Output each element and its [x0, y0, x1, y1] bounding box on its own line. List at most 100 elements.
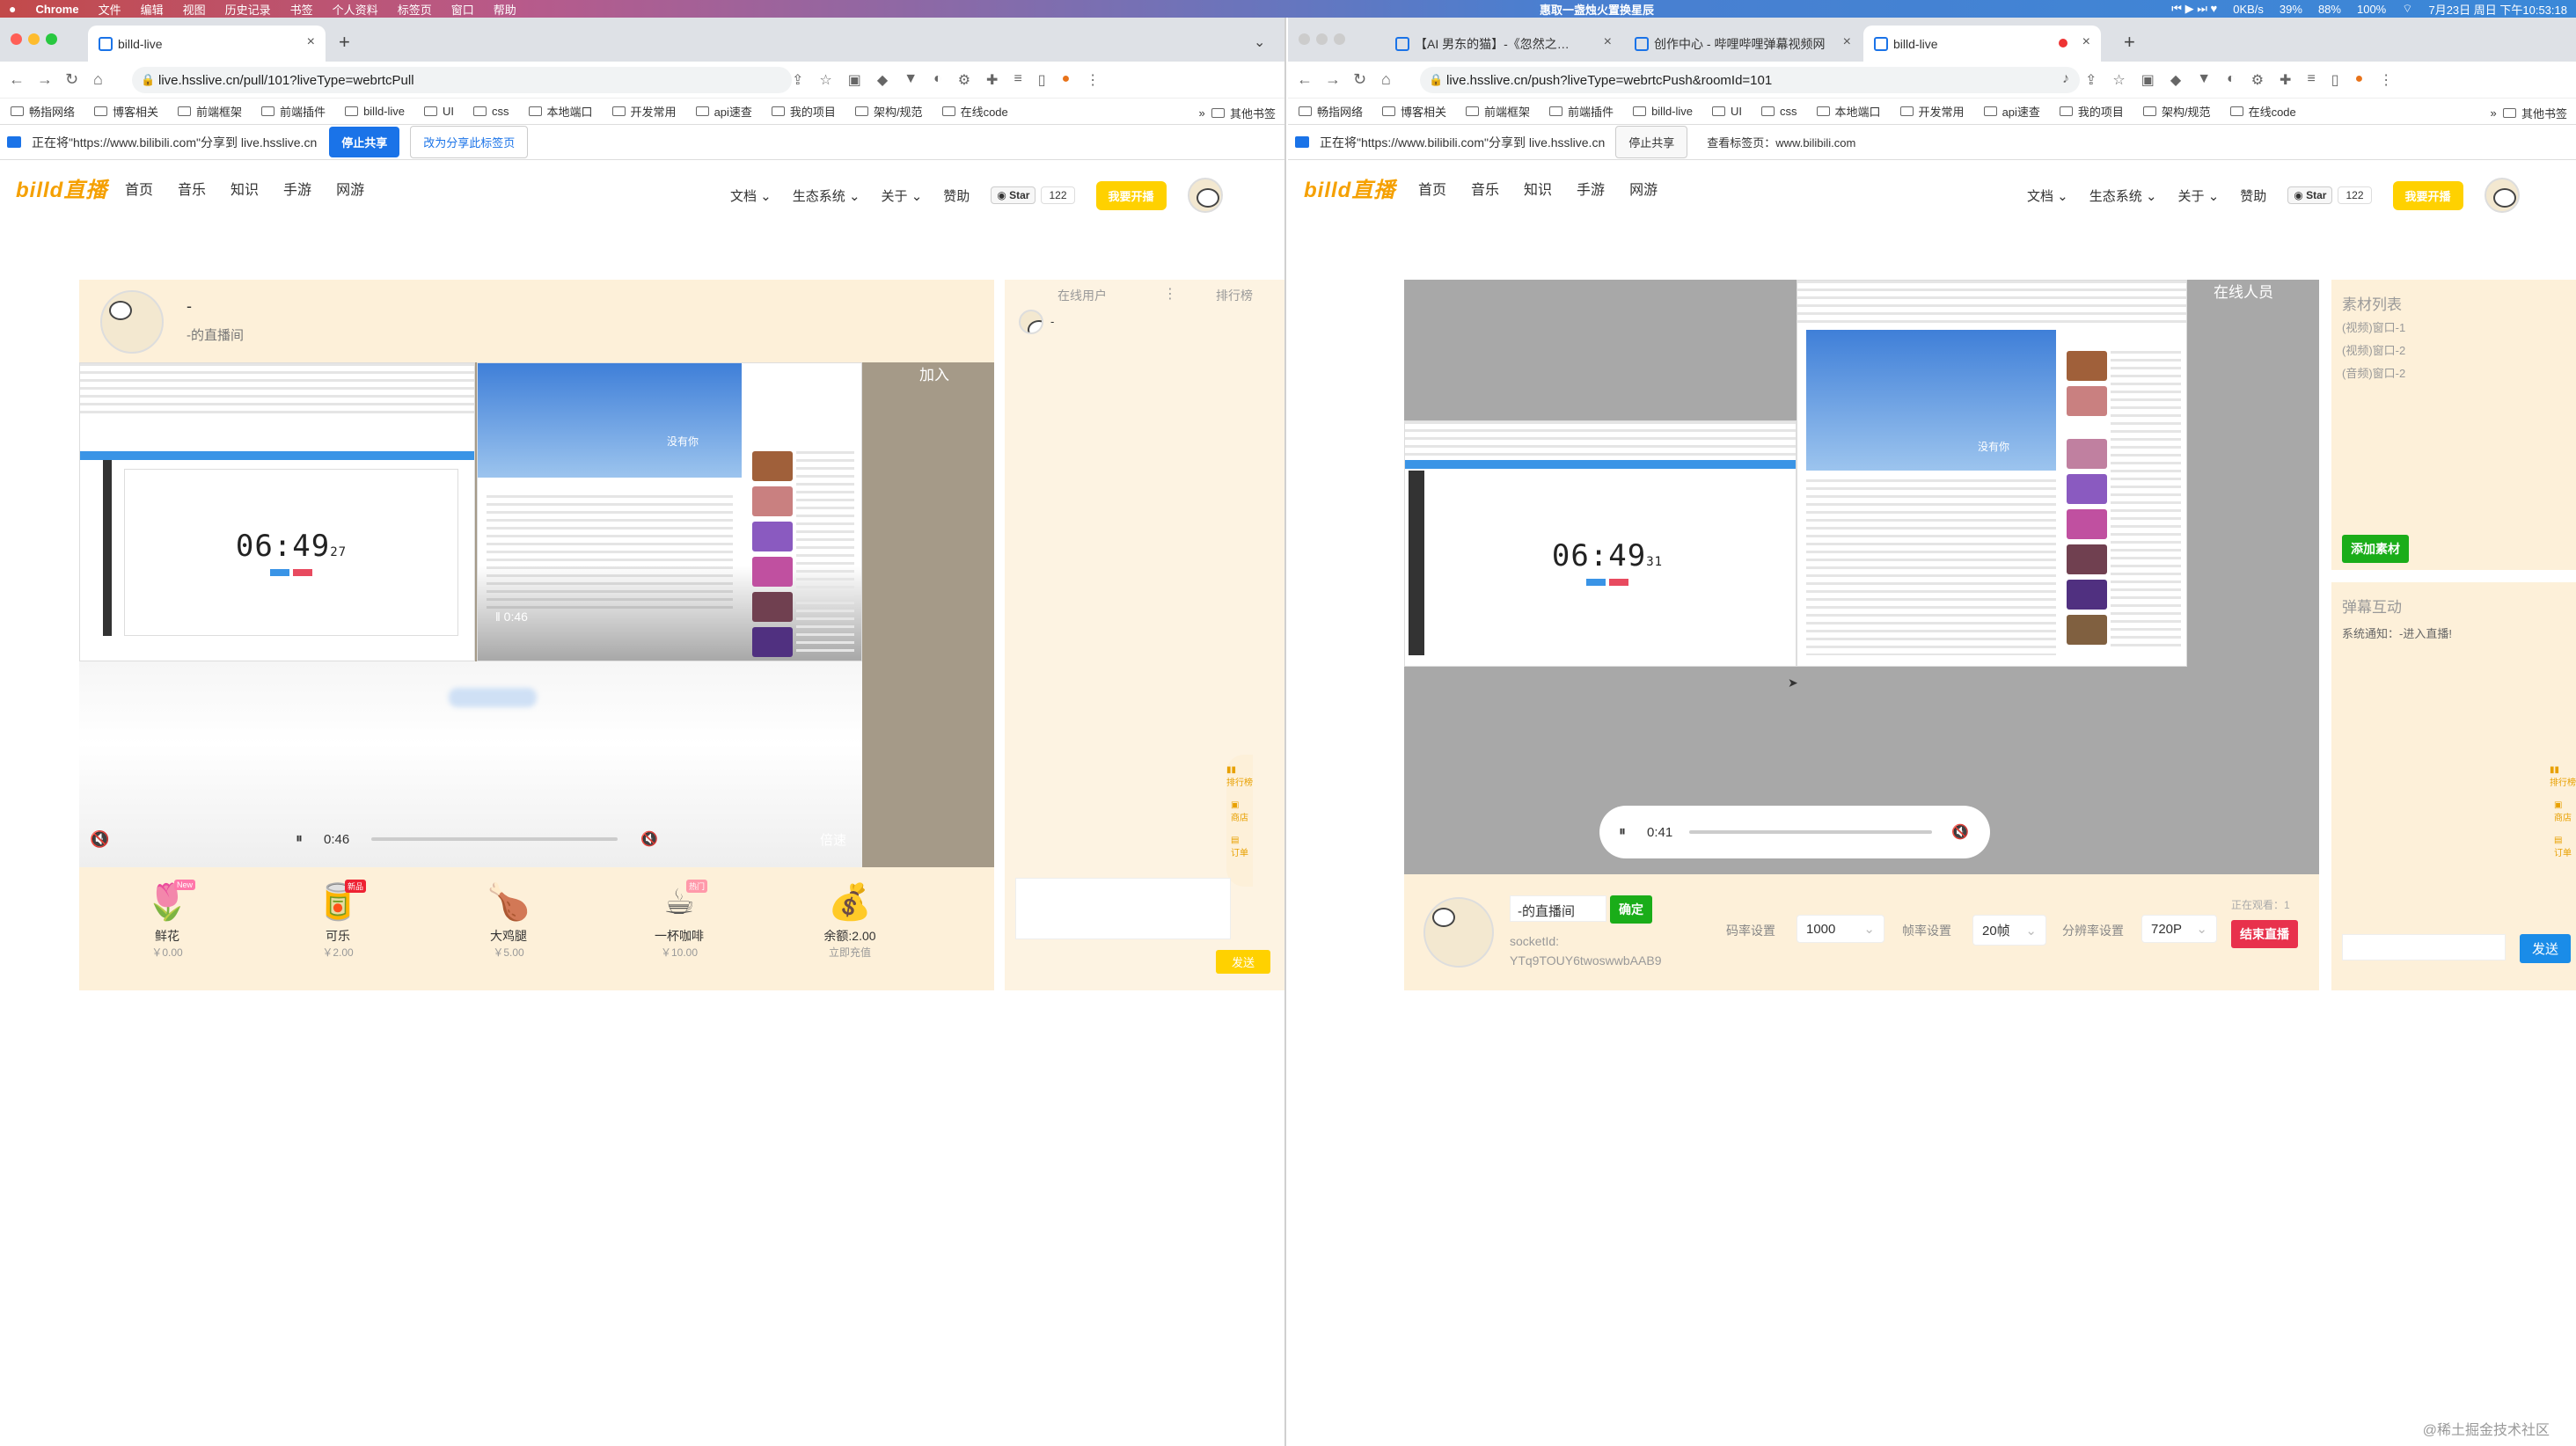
- home-icon[interactable]: ⌂: [93, 70, 103, 89]
- user-avatar[interactable]: [2484, 178, 2520, 213]
- tab-creator-center[interactable]: 创作中心 - 哔哩哔哩弹幕视频网 ×: [1624, 26, 1862, 62]
- address-bar[interactable]: 🔒 live.hsslive.cn/pull/101?liveType=webr…: [132, 67, 792, 93]
- bookmark-star-icon[interactable]: ☆: [2112, 71, 2125, 89]
- bookmark-folder[interactable]: 博客相关: [94, 103, 158, 120]
- stop-share-button[interactable]: 停止共享: [1615, 126, 1688, 158]
- more-menu-icon[interactable]: ⋮: [1086, 71, 1100, 89]
- mute-icon[interactable]: 🔇: [90, 830, 109, 849]
- bookmark-folder[interactable]: 博客相关: [1382, 103, 1446, 120]
- close-window-icon[interactable]: [11, 33, 22, 45]
- nav-mobile-games[interactable]: 手游: [1577, 178, 1605, 199]
- minimize-window-icon[interactable]: [28, 33, 40, 45]
- extension-icon[interactable]: ▣: [848, 71, 861, 89]
- online-people-label[interactable]: 在线人员: [2214, 280, 2273, 302]
- wallet-balance[interactable]: 💰 余额:2.00 立即充值: [797, 878, 903, 960]
- reload-icon[interactable]: ↻: [65, 70, 78, 89]
- stop-share-button[interactable]: 停止共享: [329, 127, 400, 157]
- menu-item-help[interactable]: 帮助: [494, 1, 516, 18]
- menu-item-history[interactable]: 历史记录: [225, 1, 271, 18]
- extension-icon[interactable]: ◐: [933, 71, 942, 89]
- share-icon[interactable]: ⇪: [792, 71, 803, 89]
- nav-sponsor[interactable]: 赞助: [2240, 186, 2266, 205]
- tab-search-icon[interactable]: ⌄: [1254, 33, 1265, 51]
- nav-home[interactable]: 首页: [1418, 178, 1446, 199]
- bookmark-folder[interactable]: 畅指网络: [1299, 103, 1363, 120]
- close-tab-icon[interactable]: ×: [2082, 34, 2090, 50]
- bookmark-folder[interactable]: 架构/规范: [854, 103, 923, 120]
- extension-icon[interactable]: ◆: [2170, 71, 2181, 89]
- other-bookmarks[interactable]: » 其他书签: [2491, 105, 2567, 121]
- menu-item-profile[interactable]: 个人资料: [333, 1, 378, 18]
- bookmark-folder[interactable]: 我的项目: [771, 103, 836, 120]
- close-tab-icon[interactable]: ×: [1843, 34, 1851, 50]
- zoom-window-icon[interactable]: [1334, 33, 1345, 45]
- menu-item-tab[interactable]: 标签页: [398, 1, 432, 18]
- bookmark-folder[interactable]: 本地端口: [528, 103, 593, 120]
- bookmark-folder[interactable]: 本地端口: [1816, 103, 1881, 120]
- share-this-tab-button[interactable]: 改为分享此标签页: [410, 126, 529, 158]
- github-star-widget[interactable]: ◉ Star 122: [2287, 186, 2372, 204]
- extension-icon[interactable]: ▼: [2197, 71, 2211, 89]
- zoom-window-icon[interactable]: [46, 33, 57, 45]
- extension-icon[interactable]: ◐: [2227, 71, 2236, 89]
- reading-list-icon[interactable]: ≡: [2307, 71, 2315, 89]
- sidepanel-icon[interactable]: ▯: [2331, 71, 2339, 89]
- site-logo[interactable]: billd直播: [1304, 172, 1395, 203]
- wifi-icon[interactable]: ⌔: [2402, 2, 2412, 16]
- puzzle-icon[interactable]: ✚: [986, 71, 998, 89]
- end-live-button[interactable]: 结束直播: [2231, 920, 2298, 948]
- bookmark-folder[interactable]: 前端插件: [261, 103, 326, 120]
- bookmark-folder[interactable]: 开发常用: [1899, 103, 1965, 120]
- view-shared-tab-link[interactable]: 查看标签页：www.bilibili.com: [1707, 134, 1855, 150]
- video-progress-track[interactable]: [1689, 830, 1932, 834]
- nav-docs[interactable]: 文档 ⌄: [2027, 186, 2068, 205]
- live-video[interactable]: 06:4927 没有你 ‖ 0:46 加入 🔇 ⏸ 0:46 🔇 倍速: [79, 362, 994, 867]
- bookmark-folder[interactable]: 前端框架: [1466, 103, 1530, 120]
- start-live-button[interactable]: 我要开播: [2392, 180, 2463, 210]
- material-item[interactable]: (音频)窗口-2: [2342, 364, 2405, 381]
- menu-item-file[interactable]: 文件: [99, 1, 121, 18]
- more-menu-icon[interactable]: ⋮: [2379, 71, 2393, 89]
- minimize-window-icon[interactable]: [1316, 33, 1328, 45]
- volume-muted-icon[interactable]: 🔇: [1951, 823, 1969, 841]
- puzzle-icon[interactable]: ✚: [2280, 71, 2291, 89]
- user-avatar[interactable]: [1187, 178, 1223, 213]
- new-tab-icon[interactable]: +: [2124, 31, 2135, 54]
- pause-icon[interactable]: ⏸: [1619, 824, 1626, 840]
- back-icon[interactable]: ←: [9, 70, 25, 89]
- nav-music[interactable]: 音乐: [178, 178, 206, 199]
- bookmark-folder[interactable]: 架构/规范: [2142, 103, 2211, 120]
- bookmark-folder[interactable]: billd-live: [1633, 105, 1693, 118]
- nav-online-games[interactable]: 网游: [336, 178, 364, 199]
- menu-app-name[interactable]: Chrome: [35, 3, 78, 16]
- sidepanel-icon[interactable]: ▯: [1038, 71, 1046, 89]
- tab-billd-live[interactable]: billd-live ×: [88, 26, 326, 62]
- confirm-button[interactable]: 确定: [1610, 895, 1652, 924]
- nav-knowledge[interactable]: 知识: [1524, 178, 1552, 199]
- join-label[interactable]: 加入: [919, 362, 949, 384]
- tab-billd-live[interactable]: billd-live ×: [1863, 26, 2101, 62]
- float-rank[interactable]: ▮▮ 排行榜: [1226, 765, 1253, 788]
- share-icon[interactable]: ⇪: [2085, 71, 2097, 89]
- send-button[interactable]: 发送: [2520, 934, 2572, 963]
- gift-item[interactable]: 🍗 大鸡腿 ￥5.00: [456, 878, 561, 960]
- menu-item-window[interactable]: 窗口: [451, 1, 474, 18]
- float-shop[interactable]: ▣ 商店: [2554, 800, 2572, 823]
- mic-icon[interactable]: ♪: [2062, 71, 2069, 89]
- bookmark-folder[interactable]: 我的项目: [2059, 103, 2124, 120]
- bookmark-folder[interactable]: UI: [1712, 105, 1742, 118]
- nav-ecosystem[interactable]: 生态系统 ⌄: [2089, 186, 2157, 205]
- new-tab-icon[interactable]: +: [339, 31, 350, 54]
- forward-icon[interactable]: →: [1325, 70, 1341, 89]
- nav-docs[interactable]: 文档 ⌄: [730, 186, 772, 205]
- nav-ecosystem[interactable]: 生态系统 ⌄: [793, 186, 860, 205]
- bookmark-folder[interactable]: css: [473, 105, 509, 118]
- nav-mobile-games[interactable]: 手游: [283, 178, 311, 199]
- menu-item-view[interactable]: 视图: [183, 1, 206, 18]
- online-users-tab[interactable]: 在线用户: [1057, 287, 1107, 304]
- material-item[interactable]: (视频)窗口-1: [2342, 318, 2405, 335]
- extension-icon[interactable]: ⚙: [958, 71, 970, 89]
- media-controls-icon[interactable]: ⏮ ▶ ⏭ ♥: [2171, 2, 2217, 16]
- reading-list-icon[interactable]: ≡: [1014, 71, 1021, 89]
- resolution-select[interactable]: 720P ⌄: [2141, 915, 2217, 943]
